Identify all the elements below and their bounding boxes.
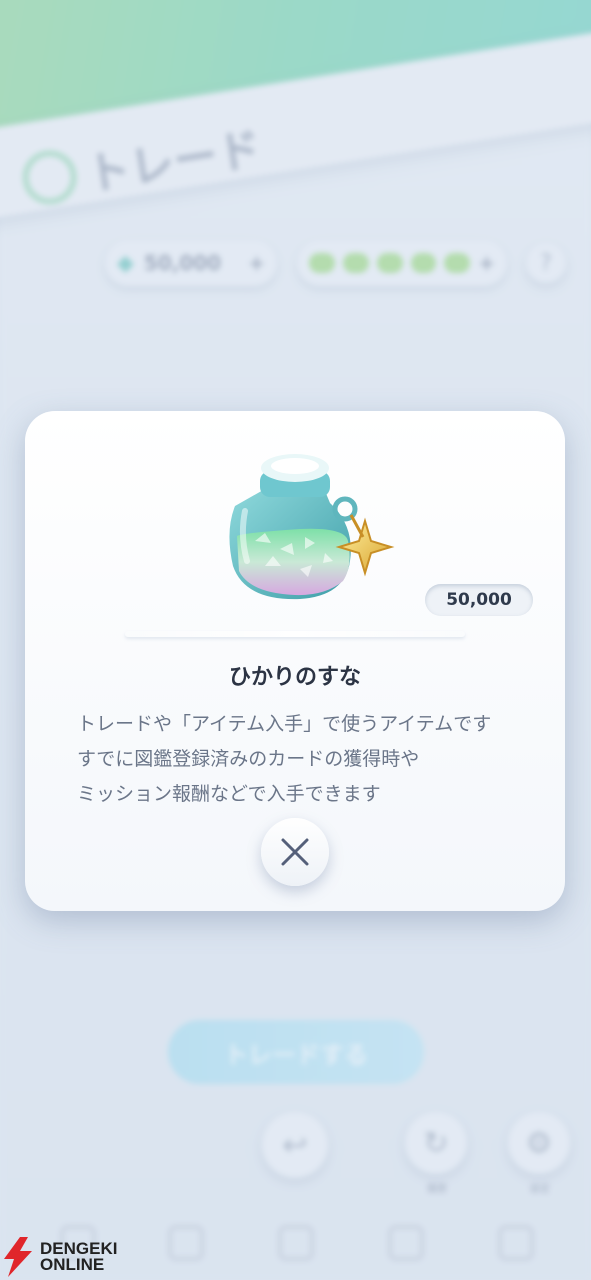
item-amount-badge: 50,000 bbox=[425, 584, 533, 616]
item-detail-modal: 50,000 ひかりのすな トレードや「アイテム入手」で使うアイテムです すでに… bbox=[25, 411, 565, 911]
watermark-line2: ONLINE bbox=[40, 1255, 105, 1274]
description-line: すでに図鑑登録済みのカードの獲得時や bbox=[77, 748, 420, 770]
close-button[interactable] bbox=[261, 818, 329, 886]
item-name: ひかりのすな bbox=[228, 665, 361, 690]
shining-sand-bottle-icon bbox=[229, 454, 395, 600]
item-description: トレードや「アイテム入手」で使うアイテムです すでに図鑑登録済みのカードの獲得時… bbox=[77, 707, 547, 812]
divider bbox=[125, 631, 465, 637]
lightning-logo-icon bbox=[4, 1237, 32, 1277]
close-icon bbox=[281, 838, 309, 866]
description-line: ミッション報酬などで入手できます bbox=[77, 783, 381, 805]
item-amount: 50,000 bbox=[446, 590, 512, 610]
dengeki-watermark: DENGEKI ONLINE bbox=[0, 1237, 117, 1277]
description-line: トレードや「アイテム入手」で使うアイテムです bbox=[77, 713, 492, 735]
